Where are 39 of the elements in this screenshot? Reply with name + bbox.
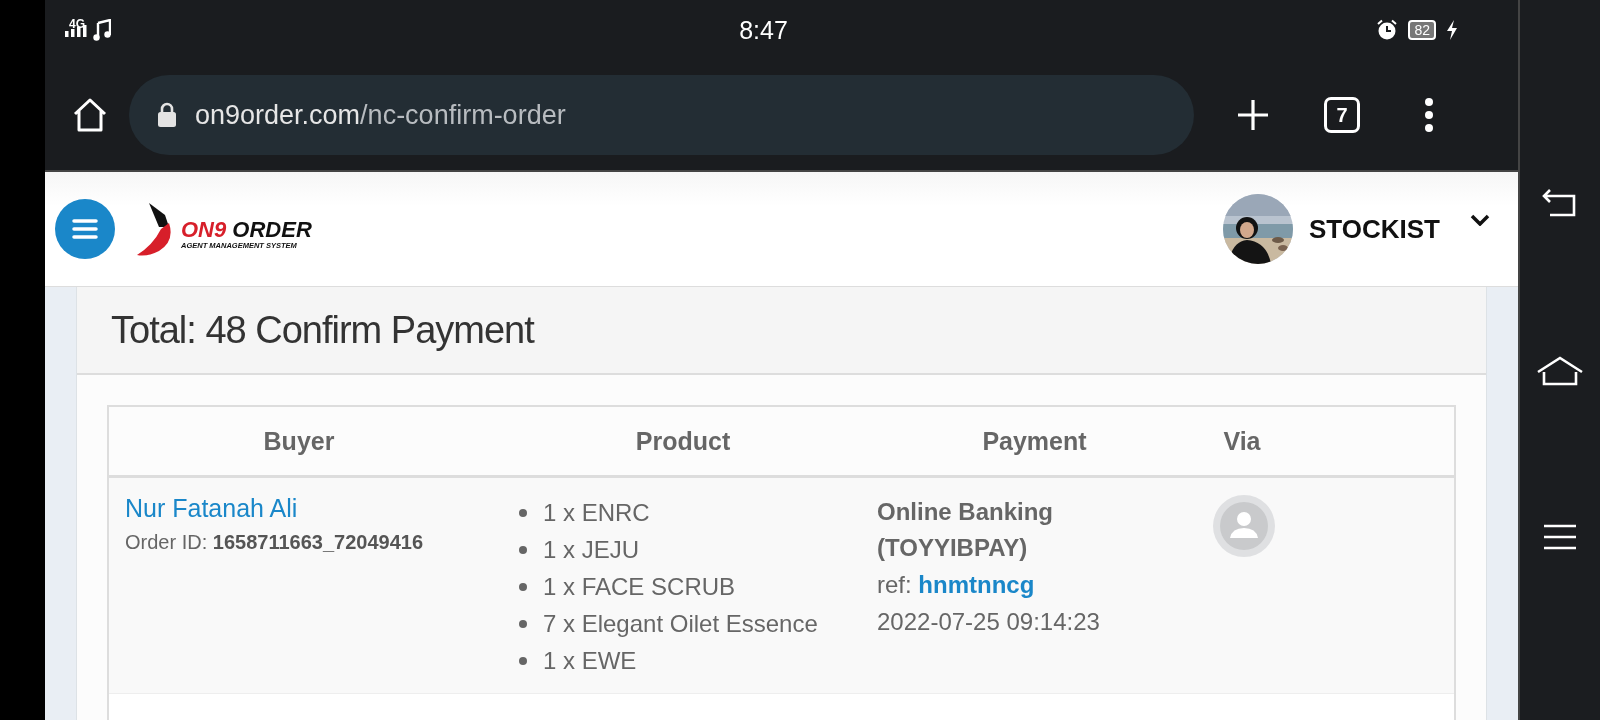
panel-title: Total: 48 Confirm Payment — [111, 308, 534, 352]
product-item: 1 x EWE — [543, 646, 637, 676]
bullet-icon — [519, 545, 527, 554]
order-id: Order ID: 1658711663_72049416 — [125, 531, 425, 554]
payment-date: 2022-07-25 09:14:23 — [877, 607, 1101, 637]
address-bar[interactable]: on9order.com/nc-confirm-order — [129, 75, 1194, 155]
tab-switcher-button[interactable]: 7 — [1324, 97, 1360, 133]
user-role[interactable]: STOCKIST — [1309, 213, 1440, 245]
column-header: Product — [634, 426, 732, 456]
logo-title: ON9 ORDER — [181, 218, 312, 241]
menu-button[interactable] — [55, 199, 115, 259]
bullet-icon — [519, 582, 527, 591]
product-item: 1 x FACE SCRUB — [543, 572, 736, 602]
product-item: 1 x JEJU — [543, 535, 640, 565]
home-button[interactable] — [71, 96, 109, 134]
music-icon — [93, 19, 111, 41]
alarm-icon — [1376, 19, 1399, 41]
payment-method: Online Banking (TOYYIBPAY) — [877, 497, 1054, 563]
product-item: 1 x ENRC — [543, 498, 650, 528]
url-text: on9order.com/nc-confirm-order — [195, 99, 566, 131]
clock-time: 8:47 — [739, 15, 788, 45]
buyer-link[interactable]: Nur Fatanah Ali — [125, 494, 509, 523]
bullet-icon — [519, 619, 527, 628]
lock-icon — [157, 102, 177, 128]
charging-icon — [1446, 20, 1458, 40]
bullet-icon — [519, 656, 527, 665]
column-header: Via — [1222, 426, 1262, 456]
user-icon — [1212, 494, 1276, 558]
chevron-down-icon[interactable] — [1470, 214, 1490, 226]
battery-indicator: 82 — [1408, 20, 1436, 40]
column-header: Buyer — [262, 426, 336, 456]
ref-link[interactable]: hnmtnncg — [918, 571, 1035, 598]
menu-icon — [72, 218, 98, 240]
ref-label: ref: — [877, 571, 912, 598]
new-tab-button[interactable] — [1236, 98, 1270, 132]
bullet-icon — [519, 508, 527, 517]
column-header: Payment — [981, 426, 1088, 456]
more-menu-button[interactable] — [1424, 98, 1434, 132]
product-item: 7 x Elegant Oilet Essence — [543, 609, 818, 639]
